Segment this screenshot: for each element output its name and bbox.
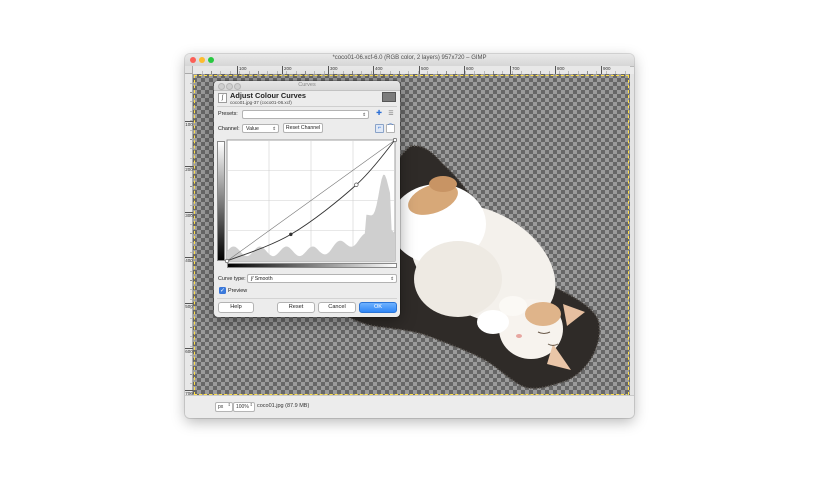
reset-button[interactable]: Reset	[277, 302, 315, 313]
log-histogram-icon[interactable]: ⌒	[386, 124, 395, 133]
chevron-updown-icon: ⇕	[249, 402, 253, 407]
curves-dialog: Curves ∫ Adjust Colour Curves coco01.jpg…	[214, 81, 400, 317]
linear-histogram-icon[interactable]: ⌐	[375, 124, 384, 133]
unit-select[interactable]: px ⇕	[215, 402, 233, 412]
curve-type-value: Smooth	[254, 276, 273, 282]
curve-control-point[interactable]	[392, 138, 397, 143]
horizontal-gradient-bar	[227, 263, 397, 268]
ruler-corner[interactable]	[185, 66, 193, 74]
vertical-ruler[interactable]: 100 200 300 400 500 600 700	[185, 74, 193, 396]
preset-menu-icon[interactable]: ☰	[387, 110, 395, 118]
vertical-scrollbar[interactable]	[630, 74, 634, 396]
ruler-mark-y: 600	[185, 348, 193, 354]
ruler-mark-x: 300	[328, 66, 338, 74]
reset-channel-button[interactable]: Reset Channel	[283, 123, 323, 133]
layer-thumbnail	[382, 92, 396, 102]
dialog-title: Curves	[298, 82, 316, 88]
ruler-mark-x: 700	[510, 66, 520, 74]
status-message: coco01.jpg (87.9 MB)	[257, 403, 310, 409]
chevron-updown-icon: ⇕	[390, 276, 394, 281]
channel-select[interactable]: Value ⇕	[242, 124, 279, 133]
preview-label: Preview	[228, 288, 248, 294]
ruler-mark-x: 100	[237, 66, 247, 74]
ruler-mark-y: 500	[185, 303, 193, 309]
dialog-titlebar[interactable]: Curves	[214, 81, 400, 91]
dialog-subtitle: coco01.jpg-37 (coco01-06.xcf)	[230, 100, 292, 105]
ruler-mark-x: 200	[282, 66, 292, 74]
ruler-mark-y: 400	[185, 257, 193, 263]
channel-value: Value	[246, 126, 259, 132]
ruler-mark-x: 600	[464, 66, 474, 74]
cancel-button[interactable]: Cancel	[318, 302, 356, 313]
ruler-mark-x: 800	[555, 66, 565, 74]
ruler-mark-y: 100	[185, 121, 193, 127]
status-bar: px ⇕ 100% ⇕ coco01.jpg (87.9 MB)	[185, 395, 634, 418]
chevron-updown-icon: ⇕	[362, 112, 366, 117]
curve-control-point[interactable]	[354, 182, 359, 187]
ruler-mark-y: 300	[185, 212, 193, 218]
divider	[217, 298, 397, 299]
ruler-mark-x: 400	[373, 66, 383, 74]
divider	[217, 106, 397, 107]
window-title: *coco01-06.xcf-6.0 (RGB color, 2 layers)…	[332, 55, 487, 61]
curve-type-label: Curve type:	[218, 276, 246, 282]
presets-label: Presets:	[218, 111, 238, 117]
add-preset-icon[interactable]: ✚	[375, 110, 383, 118]
chevron-updown-icon: ⇕	[227, 402, 231, 407]
unit-value: px	[218, 404, 224, 410]
ruler-mark-x: 900	[601, 66, 611, 74]
curves-tool-icon: ∫	[218, 93, 227, 103]
ruler-mark-x: 500	[419, 66, 429, 74]
curve-type-select[interactable]: ∫⁄ Smooth ⇕	[247, 274, 397, 283]
ruler-mark-y: 200	[185, 166, 193, 172]
channel-label: Channel:	[218, 126, 240, 132]
ok-button[interactable]: OK	[359, 302, 397, 313]
zoom-select[interactable]: 100% ⇕	[233, 402, 255, 412]
help-button[interactable]: Help	[218, 302, 254, 313]
dialog-heading: Adjust Colour Curves	[230, 91, 306, 100]
curve-graph[interactable]	[217, 138, 397, 268]
preview-checkbox[interactable]: ✓	[219, 287, 226, 294]
zoom-value: 100%	[236, 404, 249, 410]
curve-control-point[interactable]	[289, 232, 293, 237]
chevron-updown-icon: ⇕	[272, 126, 276, 131]
presets-combo[interactable]: ⇕	[242, 110, 369, 119]
